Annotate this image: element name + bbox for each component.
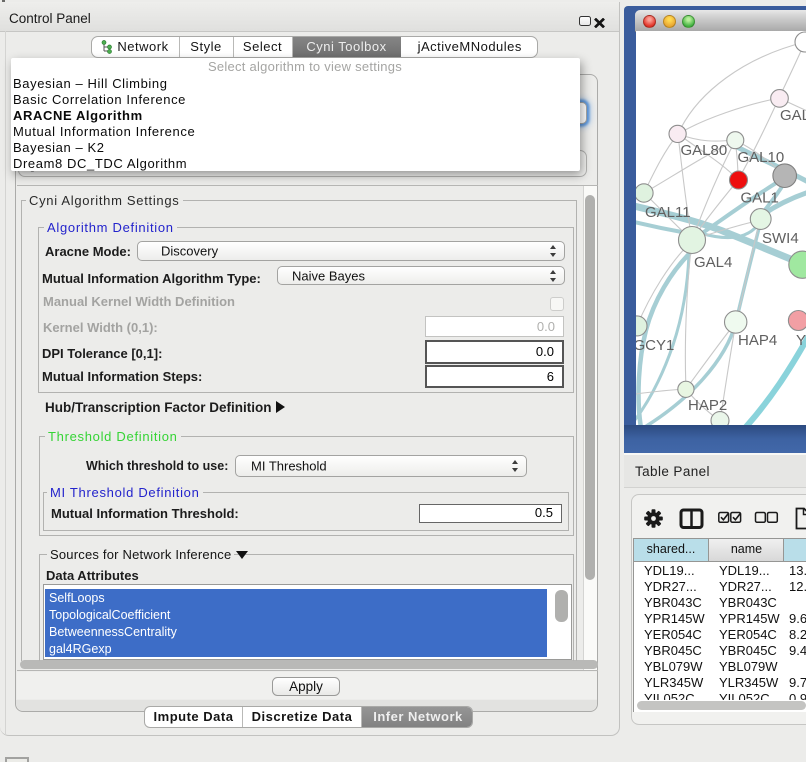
svg-text:Y: Y bbox=[796, 332, 806, 349]
svg-text:GAL2: GAL2 bbox=[780, 107, 806, 124]
svg-text:GAL11: GAL11 bbox=[645, 204, 691, 221]
svg-text:GAL80: GAL80 bbox=[681, 142, 728, 159]
svg-text:HAP4: HAP4 bbox=[738, 332, 777, 349]
svg-text:GAL10: GAL10 bbox=[738, 149, 785, 166]
svg-text:GAL4: GAL4 bbox=[694, 254, 732, 271]
svg-text:GCY1: GCY1 bbox=[636, 337, 674, 354]
svg-text:SWI4: SWI4 bbox=[762, 230, 799, 247]
svg-text:HAP2: HAP2 bbox=[688, 397, 727, 414]
svg-text:GAL1: GAL1 bbox=[741, 190, 779, 207]
